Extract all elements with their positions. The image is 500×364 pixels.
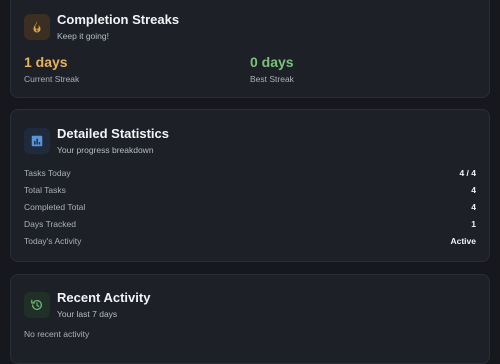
detailed-statistics-card: Detailed Statistics Your progress breakd… [10,109,490,262]
completion-streaks-card: Completion Streaks Keep it going! 1 days… [10,0,490,98]
stat-value: 4 / 4 [459,168,476,178]
card-subtitle: Keep it going! [57,31,109,41]
stat-label: Days Tracked [24,219,76,229]
stat-row-total-tasks: Total Tasks 4 [24,184,476,196]
card-subtitle: Your last 7 days [57,309,118,319]
card-subtitle: Your progress breakdown [57,145,154,155]
empty-state-text: No recent activity [24,329,90,339]
bar-chart-icon [24,128,50,154]
stat-value: Active [450,236,476,246]
card-title: Completion Streaks [57,12,180,27]
current-streak-label: Current Streak [24,74,80,84]
stat-row-completed-total: Completed Total 4 [24,201,476,213]
current-streak: 1 days Current Streak [24,53,79,84]
stat-label: Completed Total [24,202,86,212]
activity-header: Recent Activity Your last 7 days [24,290,150,320]
fire-icon [24,14,50,40]
stat-label: Total Tasks [24,185,66,195]
best-streak-value: 0 days [250,54,294,70]
recent-activity-card: Recent Activity Your last 7 days No rece… [10,274,490,364]
card-title: Recent Activity [57,290,151,305]
stat-row-days-tracked: Days Tracked 1 [24,218,476,230]
stat-row-tasks-today: Tasks Today 4 / 4 [24,167,476,179]
stats-header: Detailed Statistics Your progress breakd… [24,126,169,156]
current-streak-value: 1 days [24,54,68,70]
streaks-header: Completion Streaks Keep it going! [24,12,179,42]
stat-value: 4 [471,185,476,195]
stat-label: Tasks Today [24,168,71,178]
stat-value: 1 [471,219,476,229]
stat-label: Today's Activity [24,236,82,246]
best-streak: 0 days Best Streak [250,53,294,84]
best-streak-label: Best Streak [250,74,294,84]
card-title: Detailed Statistics [57,126,169,141]
history-icon [24,292,50,318]
stat-row-todays-activity: Today's Activity Active [24,235,476,247]
stat-value: 4 [471,202,476,212]
